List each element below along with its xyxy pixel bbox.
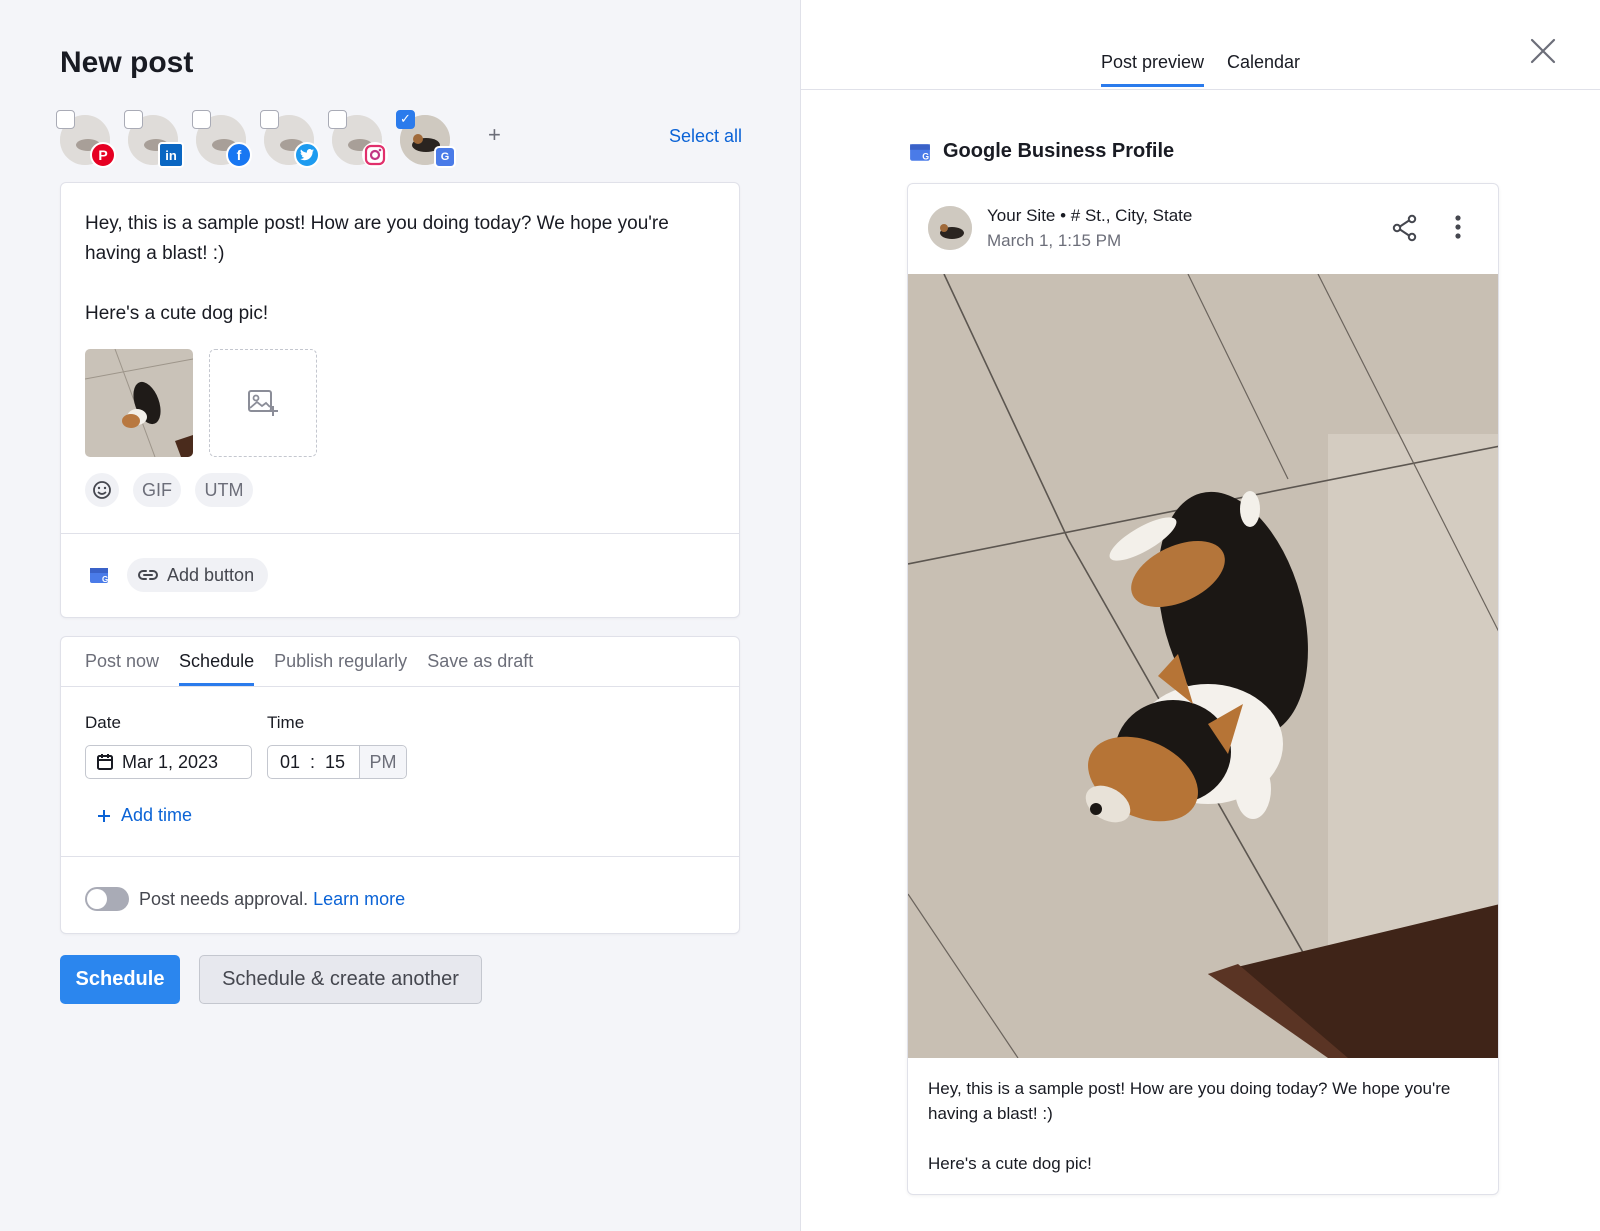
add-account-button[interactable]: + (488, 122, 501, 148)
share-icon[interactable] (1392, 214, 1418, 242)
preview-platform-header: G Google Business Profile (909, 140, 1174, 163)
google-business-icon: G (90, 568, 108, 584)
svg-text:G: G (102, 575, 108, 584)
date-label: Date (85, 713, 121, 732)
divider (61, 686, 739, 687)
facebook-icon: f (226, 142, 252, 168)
time-picker[interactable]: 01 : 15 PM (267, 745, 407, 779)
pinterest-icon: P (90, 142, 116, 168)
schedule-card: Post now Schedule Publish regularly Save… (60, 636, 740, 934)
approval-label: Post needs approval. (139, 889, 309, 909)
select-all-link[interactable]: Select all (669, 126, 742, 147)
post-text-editor[interactable]: Hey, this is a sample post! How are you … (85, 209, 705, 329)
publish-mode-tabs: Post now Schedule Publish regularly Save… (85, 651, 533, 686)
add-media-button[interactable] (209, 349, 317, 457)
account-twitter[interactable] (260, 110, 320, 168)
image-add-icon (248, 390, 278, 416)
account-facebook[interactable]: f (192, 110, 252, 168)
post-preview-card: Your Site • # St., City, State March 1, … (907, 183, 1499, 1195)
instagram-icon (362, 142, 388, 168)
approval-text: Post needs approval. Learn more (139, 889, 405, 910)
account-checkbox[interactable] (56, 110, 75, 129)
calendar-icon (97, 754, 113, 770)
gif-button[interactable]: GIF (133, 473, 181, 507)
post-image (908, 274, 1498, 1058)
account-checkbox[interactable] (328, 110, 347, 129)
divider (61, 533, 739, 534)
ampm-toggle[interactable]: PM (359, 746, 406, 778)
plus-icon (98, 809, 110, 822)
emoji-button[interactable] (85, 473, 119, 507)
attached-image[interactable] (85, 349, 193, 457)
preview-tabs: Post preview Calendar (801, 0, 1600, 90)
add-cta-button[interactable]: Add button (127, 558, 269, 592)
account-linkedin[interactable]: in (124, 110, 184, 168)
platform-name: Google Business Profile (943, 140, 1175, 162)
tab-publish-regularly[interactable]: Publish regularly (274, 651, 407, 686)
avatar (928, 206, 972, 250)
account-instagram[interactable] (328, 110, 388, 168)
account-google-business[interactable]: ✓ G (396, 110, 456, 168)
post-composer-card: Hey, this is a sample post! How are you … (60, 182, 740, 618)
google-business-icon: G (434, 146, 456, 168)
business-name: Your Site • # St., City, State (987, 206, 1193, 225)
time-label: Time (267, 713, 305, 732)
minute-input[interactable]: 15 (325, 752, 345, 773)
date-picker[interactable]: Mar 1, 2023 (85, 745, 252, 779)
learn-more-link[interactable]: Learn more (313, 889, 405, 909)
hour-input[interactable]: 01 (280, 752, 300, 773)
account-checkbox[interactable] (192, 110, 211, 129)
time-separator: : (310, 751, 316, 772)
tab-schedule[interactable]: Schedule (179, 651, 255, 686)
twitter-icon (294, 142, 320, 168)
date-value: Mar 1, 2023 (122, 751, 219, 772)
divider (61, 856, 739, 857)
account-checkbox[interactable] (260, 110, 279, 129)
tab-post-preview[interactable]: Post preview (1101, 52, 1205, 87)
account-pinterest[interactable]: P (56, 110, 116, 168)
utm-button[interactable]: UTM (195, 473, 253, 507)
more-options-icon[interactable] (1454, 214, 1462, 240)
link-icon (138, 570, 158, 580)
account-checkbox-checked[interactable]: ✓ (396, 110, 415, 129)
approval-toggle[interactable] (85, 887, 129, 911)
tab-post-now[interactable]: Post now (85, 651, 159, 686)
emoji-icon (93, 481, 111, 499)
close-icon[interactable] (1528, 36, 1558, 66)
add-time-label: Add time (121, 805, 193, 825)
svg-text:G: G (922, 151, 929, 161)
tab-save-as-draft[interactable]: Save as draft (427, 651, 533, 686)
account-selector: P in f ✓ G + Select all (56, 110, 742, 168)
schedule-and-create-another-button[interactable]: Schedule & create another (199, 955, 482, 1004)
account-checkbox[interactable] (124, 110, 143, 129)
page-title: New post (60, 46, 194, 79)
preview-panel: Post preview Calendar G Google Business … (800, 0, 1600, 1231)
add-button-label: Add button (167, 564, 255, 585)
tab-calendar[interactable]: Calendar (1227, 52, 1300, 87)
schedule-button[interactable]: Schedule (60, 955, 180, 1004)
composer-panel: New post P in f ✓ G + Select all Hey, th… (0, 0, 800, 1231)
linkedin-icon: in (158, 142, 184, 168)
post-date: March 1, 1:15 PM (987, 231, 1122, 250)
add-time-button[interactable]: Add time (97, 805, 192, 826)
google-business-icon: G (910, 143, 930, 161)
preview-post-text: Hey, this is a sample post! How are you … (928, 1079, 1451, 1173)
